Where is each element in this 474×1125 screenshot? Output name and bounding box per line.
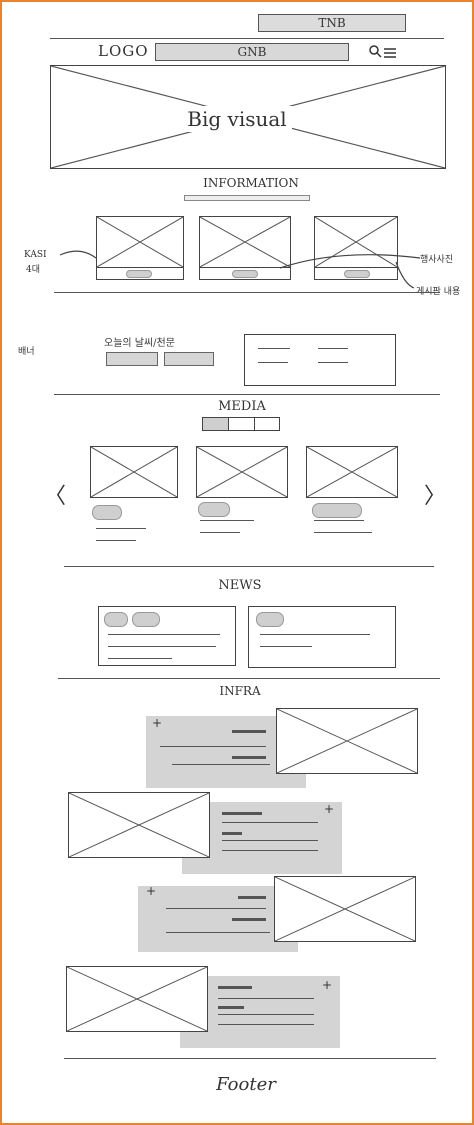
media-card-1-tag — [92, 505, 122, 520]
banner-divider — [54, 394, 440, 395]
media-card-3-line — [314, 520, 364, 521]
infra-item-1-image[interactable] — [276, 708, 418, 774]
news-card-1-tag — [132, 612, 160, 627]
media-card-3-image[interactable] — [306, 446, 398, 498]
info-card-2-tag — [232, 270, 258, 278]
media-card-1-image[interactable] — [90, 446, 178, 498]
news-card-2-line — [260, 646, 312, 647]
infra-item-2-image[interactable] — [68, 792, 210, 858]
tnb-label: TNB — [318, 16, 346, 30]
banner-info-line — [258, 348, 290, 349]
infra-item-3-plus[interactable]: + — [146, 884, 156, 898]
infra-item-3-line — [166, 932, 270, 933]
media-card-3-line — [314, 532, 372, 533]
infra-item-2-plus[interactable]: + — [324, 802, 334, 816]
infra-item-2-line — [222, 812, 262, 815]
banner-info-line — [318, 348, 348, 349]
infra-item-2-line — [222, 850, 318, 851]
info-annotation-right-1: 행사사진 — [420, 255, 454, 265]
info-card-2-image — [199, 216, 291, 268]
media-card-2-line — [200, 532, 240, 533]
media-tab-1[interactable] — [203, 418, 229, 430]
banner-button-1[interactable] — [106, 352, 158, 366]
infra-item-4-line — [218, 1006, 244, 1009]
infra-item-1-line — [232, 730, 266, 733]
media-tab-3[interactable] — [255, 418, 279, 430]
search-icon[interactable] — [368, 43, 382, 58]
media-next-arrow[interactable]: 〉 — [424, 478, 446, 510]
infra-item-4-line — [218, 998, 314, 999]
footer-label: Footer — [216, 1074, 276, 1095]
banner-side-note: 배너 — [18, 347, 35, 357]
infra-item-4-plus[interactable]: + — [322, 978, 332, 992]
media-card-2-image[interactable] — [196, 446, 288, 498]
infra-item-2-line — [222, 822, 318, 823]
info-card-1-tag — [126, 270, 152, 278]
infra-title: INFRA — [219, 684, 261, 698]
media-card-3-tag — [312, 503, 362, 518]
media-divider — [64, 566, 434, 567]
logo[interactable]: LOGO — [98, 42, 149, 60]
info-card-3-image — [314, 216, 398, 268]
infra-item-1-plus[interactable]: + — [152, 716, 162, 730]
info-card-1-image — [96, 216, 184, 268]
menu-icon[interactable] — [384, 44, 396, 58]
news-card-2-tag — [256, 612, 284, 627]
news-divider — [58, 678, 440, 679]
news-card-1-line — [108, 658, 172, 659]
gnb-bar[interactable]: GNB — [155, 43, 349, 61]
infra-item-4-line — [218, 986, 252, 989]
infra-item-3-line — [232, 918, 266, 921]
top-divider — [50, 38, 444, 39]
infra-item-4-line — [218, 1024, 314, 1025]
infra-item-1-line — [160, 746, 266, 747]
info-annotation-left-1: KASI — [24, 250, 47, 260]
news-card-1-line — [108, 634, 220, 635]
media-card-2-tag — [198, 502, 230, 517]
infra-item-1-line — [232, 756, 266, 759]
media-card-2-line — [200, 520, 254, 521]
infra-item-1-line — [172, 764, 270, 765]
banner-info-line — [258, 362, 288, 363]
infra-item-4-line — [218, 1014, 314, 1015]
banner-title: 오늘의 날씨/천문 — [104, 338, 175, 349]
banner-button-2[interactable] — [164, 352, 214, 366]
info-annotation-right-2: 게시판 내용 — [416, 287, 461, 297]
info-card-3-tag — [344, 270, 370, 278]
media-prev-arrow[interactable]: 〈 — [44, 478, 66, 510]
hero-label: Big visual — [182, 106, 292, 132]
tnb-bar[interactable]: TNB — [258, 14, 406, 32]
infra-item-2-line — [222, 840, 318, 841]
infra-item-3-image[interactable] — [274, 876, 416, 942]
media-tab-2[interactable] — [229, 418, 255, 430]
infra-item-3-line — [238, 896, 266, 899]
information-divider — [54, 292, 440, 293]
news-card-1-line — [108, 646, 216, 647]
infra-item-3-line — [166, 908, 266, 909]
banner-info-line — [318, 362, 348, 363]
media-title: MEDIA — [218, 399, 266, 414]
infra-item-4-image[interactable] — [66, 966, 208, 1032]
media-tabs[interactable] — [202, 417, 280, 431]
infra-item-2-line — [222, 832, 242, 835]
information-title-underline — [184, 195, 310, 201]
info-annotation-left-2: 4대 — [26, 265, 41, 275]
news-card-2-line — [260, 634, 370, 635]
news-title: NEWS — [218, 578, 262, 593]
media-card-1-line — [96, 528, 146, 529]
footer-divider — [64, 1058, 436, 1059]
media-card-1-line — [96, 540, 136, 541]
news-card-1-tag — [104, 612, 128, 627]
information-title: INFORMATION — [203, 176, 299, 190]
banner-info-box[interactable] — [244, 334, 396, 386]
gnb-label: GNB — [237, 45, 267, 59]
